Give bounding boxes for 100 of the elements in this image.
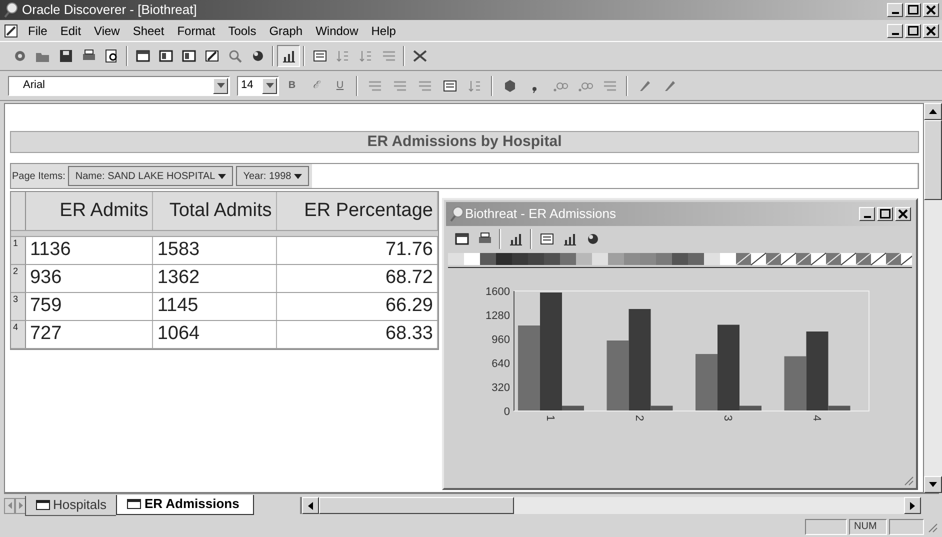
x-tick-label: 2 [632,415,645,422]
list-icon [538,231,554,247]
table-cell: 1064 [153,321,277,348]
scroll-down-icon [929,482,937,487]
arrow-left-icon [308,502,314,510]
y-tick-label: 1600 [486,286,510,298]
window-title: Oracle Discoverer - [Biothreat] [22,1,197,20]
list-icon [442,78,458,94]
table-cell: 1362 [153,265,277,292]
maximize-button[interactable] [905,24,921,38]
magnifier-icon [104,48,120,64]
box-icon [180,48,196,64]
vertical-scrollbar[interactable] [924,103,942,493]
row-number: 2 [11,265,26,292]
table-cell: 936 [26,265,154,292]
resize-grip-icon [926,521,938,533]
y-tick-label: 640 [492,358,510,370]
close-button[interactable] [895,207,911,221]
status-panel [805,519,847,535]
scroll-thumb[interactable] [924,120,942,200]
x-tick-label: 3 [722,415,734,422]
table-cell: 68.72 [276,265,438,292]
page-item-dropdown[interactable]: Name: SAND LAKE HOSPITAL [68,166,234,186]
toolbar-button[interactable] [277,45,300,67]
close-icon [898,209,908,219]
table-cell: 1583 [153,237,277,264]
row-number: 1 [11,237,26,264]
pencil-icon [204,48,220,64]
close-button[interactable] [923,3,939,17]
row-number: 3 [11,293,26,320]
dropdown-arrow-icon [294,174,302,178]
x-tick-label: 1 [544,415,556,422]
arrow-right-icon [18,502,22,509]
y-tick-label: 0 [504,406,510,418]
pin-icon [3,2,19,18]
maximize-button[interactable] [905,3,921,17]
y-tick-label: 320 [492,382,510,394]
style-button[interactable]: U [329,74,351,96]
scroll-up-icon [929,109,937,114]
menu-item[interactable]: File [22,22,54,40]
menu-item[interactable]: Edit [54,22,88,40]
y-tick-label: 1280 [486,310,510,322]
minimize-icon [892,12,898,14]
table-cell: 759 [26,293,154,320]
bar-chart-icon [562,231,578,247]
menu-item[interactable]: Window [310,22,364,40]
window-icon [134,48,150,64]
status-indicator: NUM [849,519,887,535]
sheet-tab[interactable]: ER Admissions [116,494,254,514]
pin-icon [449,206,465,222]
menu-item[interactable]: Sheet [126,22,170,40]
menu-item[interactable]: Help [365,22,402,40]
resize-grip-icon [902,474,914,486]
dropdown-arrow-icon [266,83,274,88]
dot-icon [532,86,537,92]
status-panel [889,519,924,535]
sort-icon [334,48,350,64]
page-items-label: Page Items: [12,170,66,184]
maximize-icon [908,26,918,36]
style-button[interactable]: ℰ [305,74,327,96]
table-cell: 66.29 [276,293,438,320]
minimize-button[interactable] [859,207,875,221]
menu-item[interactable]: Tools [222,22,262,40]
close-icon [926,26,936,36]
list-icon [312,48,328,64]
search-icon [226,48,242,64]
minimize-icon [892,32,898,34]
arrow-right-icon [910,502,915,510]
minimize-button[interactable] [887,3,903,17]
sheet-icon [127,499,142,509]
menu-item[interactable]: Format [171,22,222,40]
sheet-tab[interactable]: Hospitals [25,496,116,516]
sort-icon [358,48,374,64]
table-cell: 1145 [153,293,277,320]
menu-item[interactable]: View [88,22,126,40]
table-cell: 71.76 [276,237,438,264]
style-button[interactable]: B [281,74,303,96]
table-cell: 727 [26,321,154,348]
minimize-button[interactable] [887,24,903,38]
sheet-title: ER Admissions by Hospital [10,131,919,153]
maximize-icon [880,209,890,219]
dropdown-arrow-icon [216,83,224,88]
close-button[interactable] [923,24,939,38]
size-dropdown[interactable]: 14 [237,76,279,96]
bar-chart-icon [508,231,524,247]
font-dropdown[interactable]: Arial [8,76,230,96]
maximize-icon [908,5,918,15]
maximize-button[interactable] [877,207,893,221]
y-tick-label: 960 [492,334,510,346]
menu-item[interactable]: Graph [263,22,309,40]
box-icon [158,48,174,64]
page-item-dropdown[interactable]: Year: 1998 [236,166,310,186]
x-tick-label: 4 [810,415,822,422]
row-number: 4 [11,321,26,348]
dropdown-arrow-icon [218,174,226,178]
close-icon [926,5,936,15]
table-cell: 68.33 [276,321,438,348]
arrow-left-icon [8,502,12,509]
window-icon [454,231,470,247]
horizontal-scrollbar[interactable] [300,497,921,514]
